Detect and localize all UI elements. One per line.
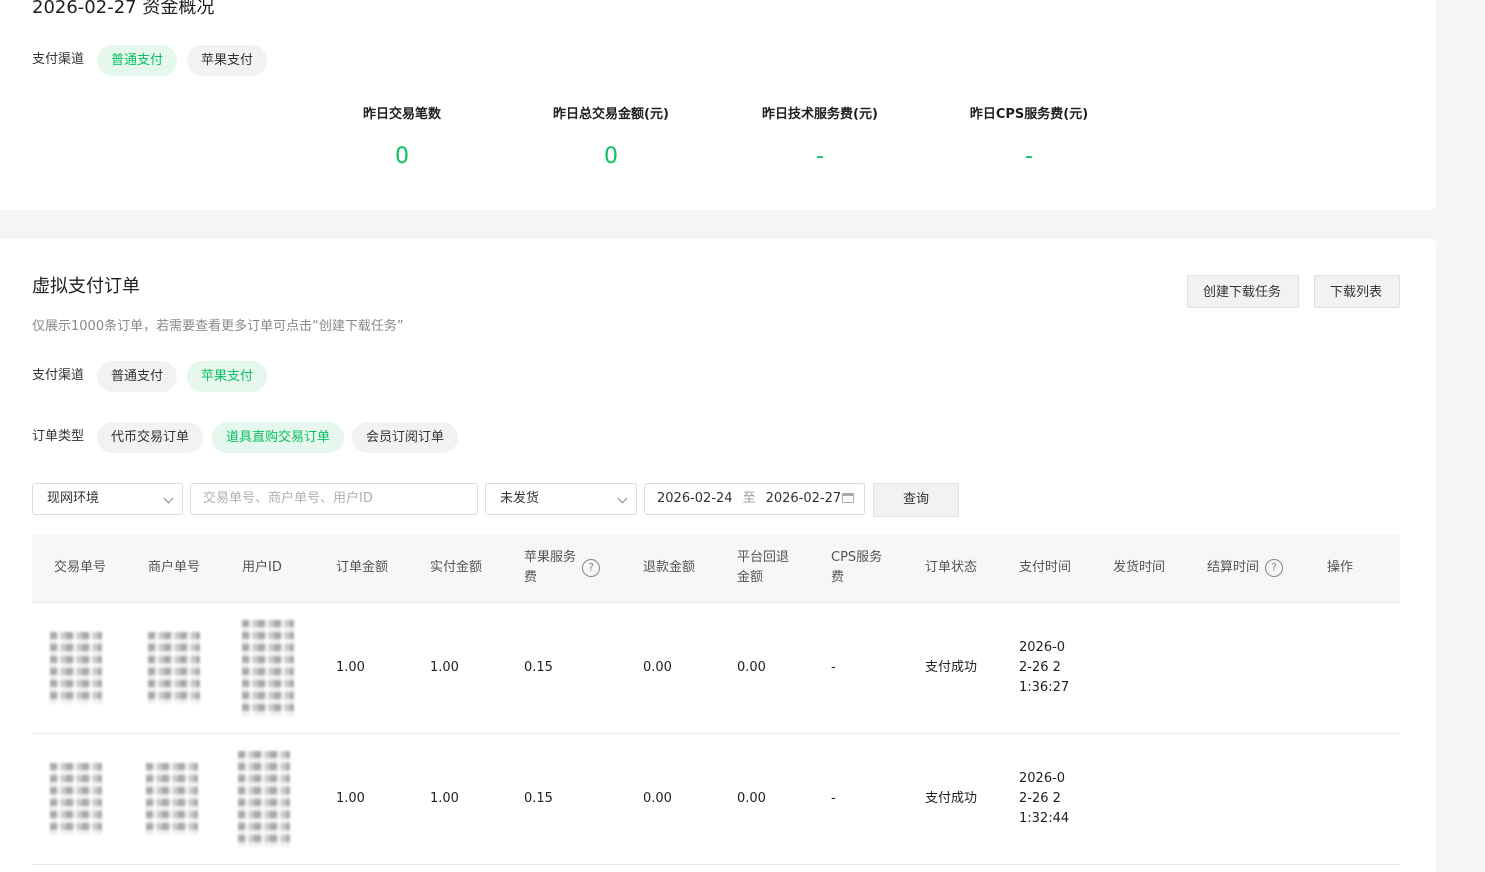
orders-title: 虚拟支付订单 — [32, 276, 140, 297]
order-type-token[interactable]: 代币交易订单 — [97, 422, 204, 453]
environment-value: 现网环境 — [47, 491, 100, 506]
search-input[interactable]: 交易单号、商户单号、用户ID — [190, 483, 478, 515]
cell-trade-no-redacted — [50, 603, 102, 733]
col-trade-no: 交易单号 — [54, 560, 107, 575]
date-end: 2026-02-27 — [765, 491, 842, 506]
col-ship-time: 发货时间 — [1113, 560, 1166, 575]
virtual-orders-card: 虚拟支付订单 仅展示1000条订单，若需要查看更多订单可点击“创建下载任务” 创… — [0, 239, 1436, 872]
table-row: 1.00 1.00 0.15 0.00 0.00 - 支付成功 2026-02-… — [32, 734, 1400, 865]
order-type-label: 订单类型 — [32, 429, 85, 444]
funds-overview-card: 2026-02-27 资金概况 支付渠道 普通支付 苹果支付 昨日交易笔数 0 … — [0, 0, 1436, 210]
stat-value: 0 — [604, 144, 618, 169]
cell-platform-refund: 0.00 — [737, 660, 766, 675]
stat-value: - — [816, 144, 824, 169]
help-icon[interactable]: ? — [582, 559, 600, 577]
cell-cps-fee: - — [831, 660, 836, 675]
cell-user-id-redacted — [242, 603, 294, 733]
cell-trade-no-redacted — [50, 734, 102, 864]
cell-cps-fee: - — [831, 791, 836, 806]
cell-order-amount: 1.00 — [336, 791, 365, 806]
cell-refund: 0.00 — [643, 660, 672, 675]
stat-label: 昨日技术服务费(元) — [762, 107, 878, 122]
col-cps-fee: CPS服务费 — [831, 534, 883, 602]
redacted-text — [242, 620, 294, 716]
col-platform-refund-label: 平台回退金额 — [737, 550, 790, 585]
cell-merchant-no-redacted — [148, 603, 200, 733]
col-settle-time-label: 结算时间 — [1207, 560, 1260, 575]
date-range-picker[interactable]: 2026-02-24 至 2026-02-27 — [644, 483, 865, 515]
environment-select[interactable]: 现网环境 — [32, 483, 183, 515]
overview-channel-normal-pay[interactable]: 普通支付 — [97, 45, 178, 76]
cell-merchant-no-redacted — [146, 734, 198, 864]
ship-status-value: 未发货 — [500, 491, 540, 506]
orders-description: 仅展示1000条订单，若需要查看更多订单可点击“创建下载任务” — [32, 319, 404, 334]
col-order-amount: 订单金额 — [336, 560, 389, 575]
col-settle-time: 结算时间 ? — [1207, 534, 1284, 602]
redacted-text — [50, 632, 102, 704]
create-download-task-button[interactable]: 创建下载任务 — [1187, 275, 1299, 308]
table-row: 1.00 1.00 0.15 0.00 0.00 - 支付成功 2026-02-… — [32, 603, 1400, 734]
col-actions: 操作 — [1327, 560, 1354, 575]
order-type-membership[interactable]: 会员订阅订单 — [352, 422, 459, 453]
search-placeholder: 交易单号、商户单号、用户ID — [203, 491, 373, 506]
stat-value: 0 — [395, 144, 409, 169]
cell-platform-refund: 0.00 — [737, 791, 766, 806]
col-cps-fee-label: CPS服务费 — [831, 550, 883, 585]
cell-paid-amount: 1.00 — [430, 660, 459, 675]
col-status: 订单状态 — [925, 560, 978, 575]
redacted-text — [238, 751, 290, 847]
stat-yesterday-total-amount: 昨日总交易金额(元) 0 — [511, 106, 711, 170]
col-pay-time: 支付时间 — [1019, 560, 1072, 575]
calendar-icon — [842, 493, 854, 503]
cell-refund: 0.00 — [643, 791, 672, 806]
col-platform-refund: 平台回退金额 — [737, 534, 789, 602]
redacted-text — [148, 632, 200, 704]
col-merchant-no: 商户单号 — [148, 560, 201, 575]
table-header: 交易单号 商户单号 用户ID 订单金额 实付金额 苹果服务费 ? 退款金额 平台… — [32, 534, 1400, 603]
stat-label: 昨日交易笔数 — [362, 107, 441, 122]
stat-value: - — [1025, 144, 1033, 169]
stat-label: 昨日总交易金额(元) — [553, 107, 669, 122]
help-icon[interactable]: ? — [1265, 559, 1284, 577]
query-button[interactable]: 查询 — [873, 483, 959, 517]
col-paid-amount: 实付金额 — [430, 560, 483, 575]
cell-status: 支付成功 — [925, 660, 978, 675]
chevron-down-icon — [163, 493, 174, 504]
col-refund: 退款金额 — [643, 560, 696, 575]
cell-user-id-redacted — [238, 734, 290, 864]
cell-pay-time: 2026-02-26 21:32:44 — [1019, 734, 1073, 864]
cell-apple-fee: 0.15 — [524, 660, 553, 675]
col-user-id: 用户ID — [242, 560, 282, 575]
cell-pay-time: 2026-02-26 21:36:27 — [1019, 603, 1073, 733]
cell-order-amount: 1.00 — [336, 660, 365, 675]
pay-time-text: 2026-02-26 21:36:27 — [1019, 640, 1070, 695]
overview-channel-label: 支付渠道 — [32, 52, 85, 67]
download-list-button[interactable]: 下载列表 — [1314, 275, 1400, 308]
pay-time-text: 2026-02-26 21:32:44 — [1019, 771, 1070, 826]
overview-channel-apple-pay[interactable]: 苹果支付 — [187, 45, 268, 76]
stat-yesterday-cps-fee: 昨日CPS服务费(元) - — [929, 106, 1129, 170]
orders-channel-label: 支付渠道 — [32, 368, 85, 383]
orders-table: 交易单号 商户单号 用户ID 订单金额 实付金额 苹果服务费 ? 退款金额 平台… — [32, 534, 1400, 865]
cell-status: 支付成功 — [925, 791, 978, 806]
order-type-item-purchase[interactable]: 道具直购交易订单 — [212, 422, 345, 453]
redacted-text — [50, 763, 102, 835]
stat-yesterday-tech-fee: 昨日技术服务费(元) - — [720, 106, 920, 170]
ship-status-select[interactable]: 未发货 — [485, 483, 637, 515]
stat-yesterday-count: 昨日交易笔数 0 — [302, 106, 502, 170]
stat-label: 昨日CPS服务费(元) — [969, 107, 1089, 122]
chevron-down-icon — [617, 493, 628, 504]
cell-apple-fee: 0.15 — [524, 791, 553, 806]
date-separator: 至 — [742, 491, 756, 506]
overview-title: 2026-02-27 资金概况 — [32, 0, 215, 18]
orders-channel-apple-pay[interactable]: 苹果支付 — [187, 361, 268, 392]
orders-channel-normal-pay[interactable]: 普通支付 — [97, 361, 178, 392]
cell-paid-amount: 1.00 — [430, 791, 459, 806]
date-start: 2026-02-24 — [657, 491, 733, 506]
col-apple-fee: 苹果服务费 ? — [524, 534, 600, 602]
redacted-text — [146, 763, 198, 835]
col-apple-fee-label: 苹果服务费 — [524, 550, 577, 585]
